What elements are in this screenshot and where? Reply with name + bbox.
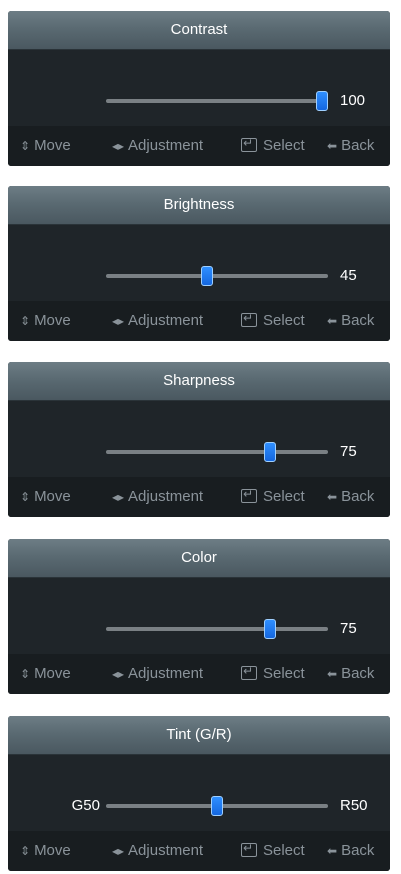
select-hint: Select xyxy=(241,311,305,329)
left-right-arrows-icon: ◂▸ xyxy=(112,844,125,858)
slider-area: 75 xyxy=(8,401,390,478)
up-down-arrows-icon: ⇕ xyxy=(20,667,31,681)
slider-area: G50 R50 xyxy=(8,755,390,832)
contrast-panel: Contrast 100 ⇕Move ◂▸Adjustment Select ⬅… xyxy=(8,11,390,166)
sharpness-panel: Sharpness 75 ⇕Move ◂▸Adjustment Select ⬅… xyxy=(8,362,390,517)
left-arrow-icon: ⬅ xyxy=(327,139,338,153)
color-slider-track[interactable] xyxy=(106,627,328,631)
color-slider-thumb[interactable] xyxy=(263,619,276,639)
back-hint: ⬅ Back xyxy=(327,312,375,329)
back-hint: ⬅ Back xyxy=(327,137,375,154)
panel-title: Tint (G/R) xyxy=(8,716,390,755)
contrast-slider-thumb[interactable] xyxy=(316,91,328,111)
brightness-slider-track[interactable] xyxy=(106,274,328,278)
back-hint: ⬅ Back xyxy=(327,665,375,682)
slider-area: 45 xyxy=(8,225,390,302)
tint-red-value: R50 xyxy=(340,797,368,814)
left-right-arrows-icon: ◂▸ xyxy=(112,314,125,328)
control-hints-bar: ⇕Move ◂▸Adjustment Select ⬅Back xyxy=(8,301,390,341)
up-down-arrows-icon: ⇕ xyxy=(20,844,31,858)
contrast-value: 100 xyxy=(340,92,366,109)
left-arrow-icon: ⬅ xyxy=(327,490,338,504)
panel-title: Contrast xyxy=(8,11,390,50)
panel-title: Brightness xyxy=(8,186,390,225)
move-hint: ⇕ Move xyxy=(20,488,71,505)
control-hints-bar: ⇕Move ◂▸Adjustment Select ⬅Back xyxy=(8,831,390,871)
panel-title: Color xyxy=(8,539,390,578)
brightness-slider-thumb[interactable] xyxy=(200,266,213,286)
color-panel: Color 75 ⇕Move ◂▸Adjustment Select ⬅Back xyxy=(8,539,390,694)
tint-slider-thumb[interactable] xyxy=(211,796,223,816)
select-hint: Select xyxy=(241,136,305,154)
enter-icon xyxy=(241,311,257,327)
back-hint: ⬅ Back xyxy=(327,488,375,505)
enter-icon xyxy=(241,664,257,680)
enter-icon xyxy=(241,841,257,857)
left-arrow-icon: ⬅ xyxy=(327,844,338,858)
move-hint: ⇕ Move xyxy=(20,312,71,329)
adjustment-hint: ◂▸ Adjustment xyxy=(112,488,204,505)
left-arrow-icon: ⬅ xyxy=(327,314,338,328)
color-value: 75 xyxy=(340,620,357,637)
adjustment-hint: ◂▸ Adjustment xyxy=(112,665,204,682)
slider-area: 100 xyxy=(8,50,390,127)
control-hints-bar: ⇕Move ◂▸Adjustment Select ⬅Back xyxy=(8,126,390,166)
up-down-arrows-icon: ⇕ xyxy=(20,139,31,153)
tint-green-value: G50 xyxy=(71,797,100,814)
select-hint: Select xyxy=(241,487,305,505)
control-hints-bar: ⇕Move ◂▸Adjustment Select ⬅Back xyxy=(8,654,390,694)
up-down-arrows-icon: ⇕ xyxy=(20,490,31,504)
move-hint: ⇕ Move xyxy=(20,665,71,682)
sharpness-value: 75 xyxy=(340,443,357,460)
left-arrow-icon: ⬅ xyxy=(327,667,338,681)
sharpness-slider-thumb[interactable] xyxy=(263,442,276,462)
move-hint: ⇕ Move xyxy=(20,137,71,154)
adjustment-hint: ◂▸ Adjustment xyxy=(112,137,204,154)
sharpness-slider-track[interactable] xyxy=(106,450,328,454)
left-right-arrows-icon: ◂▸ xyxy=(112,139,125,153)
back-hint: ⬅ Back xyxy=(327,842,375,859)
left-right-arrows-icon: ◂▸ xyxy=(112,490,125,504)
move-hint: ⇕ Move xyxy=(20,842,71,859)
control-hints-bar: ⇕Move ◂▸Adjustment Select ⬅Back xyxy=(8,477,390,517)
contrast-slider-track[interactable] xyxy=(106,99,328,103)
brightness-value: 45 xyxy=(340,267,357,284)
select-hint: Select xyxy=(241,664,305,682)
up-down-arrows-icon: ⇕ xyxy=(20,314,31,328)
adjustment-hint: ◂▸ Adjustment xyxy=(112,842,204,859)
brightness-panel: Brightness 45 ⇕Move ◂▸Adjustment Select … xyxy=(8,186,390,341)
adjustment-hint: ◂▸ Adjustment xyxy=(112,312,204,329)
enter-icon xyxy=(241,136,257,152)
tint-panel: Tint (G/R) G50 R50 ⇕Move ◂▸Adjustment Se… xyxy=(8,716,390,871)
select-hint: Select xyxy=(241,841,305,859)
slider-area: 75 xyxy=(8,578,390,655)
enter-icon xyxy=(241,487,257,503)
panel-title: Sharpness xyxy=(8,362,390,401)
left-right-arrows-icon: ◂▸ xyxy=(112,667,125,681)
